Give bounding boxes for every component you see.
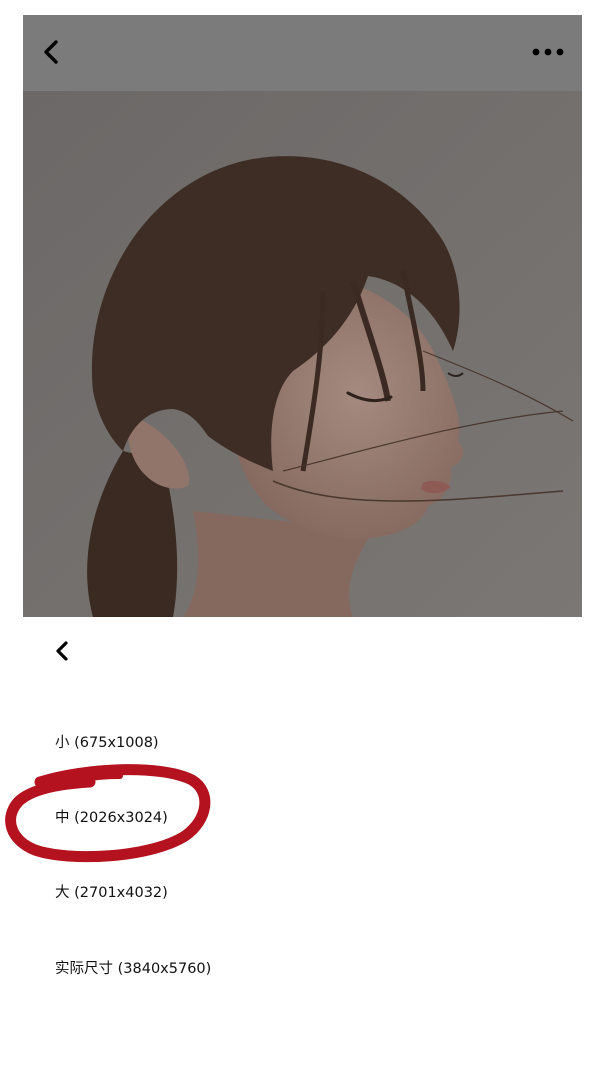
more-horizontal-icon xyxy=(532,48,564,56)
size-option-small[interactable]: 小 (675x1008) xyxy=(55,726,159,760)
chevron-left-icon xyxy=(56,641,68,661)
top-bar xyxy=(23,15,582,91)
size-panel-back-button[interactable] xyxy=(50,637,76,665)
photo xyxy=(23,91,582,617)
size-option-medium[interactable]: 中 (2026x3024) xyxy=(55,801,168,835)
size-option-large[interactable]: 大 (2701x4032) xyxy=(55,876,168,910)
more-button[interactable] xyxy=(528,39,568,65)
back-button[interactable] xyxy=(37,35,67,69)
chevron-left-icon xyxy=(44,40,58,64)
size-option-original[interactable]: 实际尺寸 (3840x5760) xyxy=(55,952,211,986)
